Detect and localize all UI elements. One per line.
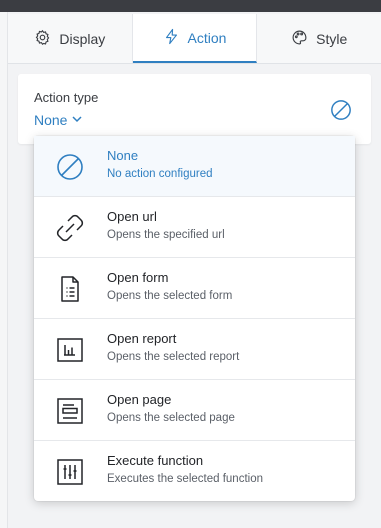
option-title: Open url	[107, 209, 157, 224]
option-open-page[interactable]: Open page Opens the selected page	[34, 380, 355, 441]
no-action-icon	[330, 99, 352, 121]
option-description: Opens the selected report	[107, 351, 240, 363]
option-title: Open page	[107, 392, 172, 407]
no-action-icon	[54, 151, 86, 183]
option-description: Opens the selected page	[107, 412, 235, 424]
tab-action-label: Action	[187, 29, 227, 46]
action-type-select[interactable]: None	[34, 111, 83, 128]
option-open-url[interactable]: Open url Opens the specified url	[34, 197, 355, 258]
option-execute-function[interactable]: Execute function Executes the selected f…	[34, 441, 355, 502]
report-icon	[54, 334, 86, 366]
link-icon	[54, 212, 86, 244]
tab-style-label: Style	[316, 30, 348, 47]
left-rail	[0, 12, 8, 528]
tab-display[interactable]: Display	[8, 14, 133, 63]
tab-style[interactable]: Style	[257, 14, 381, 63]
tab-bar: Display Action Style	[8, 14, 381, 64]
option-description: Opens the specified url	[107, 229, 225, 241]
action-type-label: Action type	[34, 90, 99, 105]
tab-action[interactable]: Action	[132, 14, 258, 63]
option-title: Execute function	[107, 453, 204, 468]
option-open-form[interactable]: Open form Opens the selected form	[34, 258, 355, 319]
top-bar	[0, 0, 381, 12]
option-none[interactable]: None No action configured	[34, 136, 355, 197]
palette-icon	[291, 29, 308, 49]
chevron-down-icon	[71, 111, 83, 128]
function-icon	[54, 456, 86, 488]
option-title: Open report	[107, 331, 177, 346]
action-type-card: Action type None	[18, 74, 371, 144]
option-description: No action configured	[107, 168, 213, 180]
form-icon	[54, 273, 86, 305]
action-type-value: None	[34, 111, 68, 128]
lightning-icon	[163, 28, 180, 48]
option-description: Executes the selected function	[107, 473, 263, 485]
tab-display-label: Display	[59, 30, 106, 47]
action-type-dropdown: None No action configured Open url Opens…	[34, 136, 355, 501]
option-open-report[interactable]: Open report Opens the selected report	[34, 319, 355, 380]
option-title: Open form	[107, 270, 169, 285]
gear-icon	[34, 29, 51, 49]
option-description: Opens the selected form	[107, 290, 233, 302]
page-icon	[54, 395, 86, 427]
option-title: None	[107, 148, 139, 163]
